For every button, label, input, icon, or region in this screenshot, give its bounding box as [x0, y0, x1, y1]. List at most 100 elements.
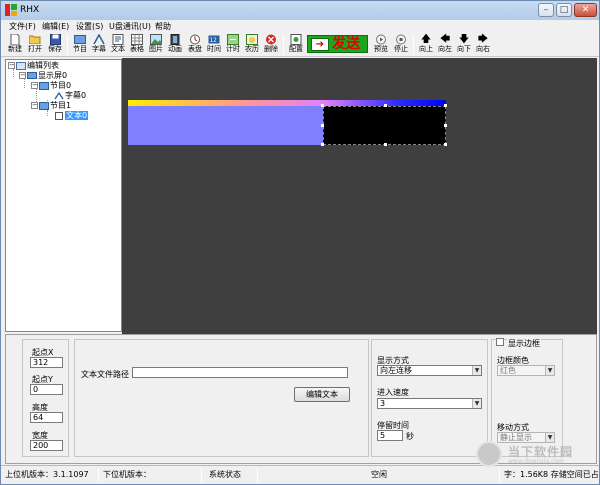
send-label: 发送: [332, 36, 360, 52]
edit-tree-panel[interactable]: − 编辑列表 − 显示屏0 − 节目0 字幕0 − 节目1 文本0: [5, 59, 122, 332]
status-separator: [201, 468, 202, 482]
resize-handle[interactable]: [444, 124, 447, 127]
close-button[interactable]: ✕: [574, 3, 597, 17]
text-icon: [112, 34, 124, 45]
seconds-label: 秒: [406, 432, 414, 441]
program-icon: [39, 101, 49, 110]
resize-handle[interactable]: [384, 143, 387, 146]
collapse-toggle-icon[interactable]: −: [31, 102, 38, 109]
tree-item-screen[interactable]: − 显示屏0: [19, 71, 67, 81]
tree-item-text-0[interactable]: 文本0: [54, 111, 89, 121]
watermark: 当下软件园 www.downxia.com: [476, 441, 594, 469]
system-state-value: 空闲: [371, 470, 387, 479]
border-group: 显示边框 边框颜色 红色 ▼ 移动方式 静止显示 ▼: [491, 338, 563, 457]
show-border-checkbox[interactable]: [496, 338, 504, 346]
toolbar: 新建 打开 保存 节目 字幕 文本 表格 图片 动画 表盘 12 时间 计时 农…: [1, 32, 599, 57]
resize-handle[interactable]: [321, 124, 324, 127]
watermark-logo-icon: [476, 441, 502, 467]
picture-icon: [150, 34, 162, 45]
delete-icon: [265, 34, 277, 45]
subtitle-icon: [54, 91, 64, 100]
text-region-selected[interactable]: [323, 106, 446, 145]
resize-handle[interactable]: [444, 104, 447, 107]
program-icon: [39, 81, 49, 90]
menu-settings[interactable]: 设置(S): [76, 21, 103, 32]
arrow-left-icon: 🡄: [439, 34, 451, 45]
collapse-toggle-icon[interactable]: −: [31, 82, 38, 89]
resize-handle[interactable]: [444, 143, 447, 146]
position-group: 起点X 312 起点Y 0 高度 64 宽度 200: [22, 339, 69, 457]
open-folder-icon: [28, 34, 41, 45]
new-file-icon: [9, 33, 21, 46]
entry-speed-select[interactable]: 3 ▼: [377, 398, 482, 409]
height-input[interactable]: 64: [30, 412, 63, 423]
entry-speed-label: 进入速度: [377, 388, 409, 397]
stop-button[interactable]: 停止: [391, 33, 411, 57]
chevron-down-icon: ▼: [472, 399, 481, 408]
chevron-down-icon: ▼: [472, 366, 481, 375]
resize-handle[interactable]: [384, 104, 387, 107]
stop-icon: [395, 34, 407, 45]
program-region[interactable]: [128, 106, 323, 145]
text-file-icon: [54, 111, 64, 120]
menu-file[interactable]: 文件(F): [9, 21, 36, 32]
tree-item-root[interactable]: − 编辑列表: [8, 61, 59, 71]
animation-icon: [169, 34, 181, 45]
title-bar: RHX – □ ✕: [1, 1, 599, 20]
resize-handle[interactable]: [321, 143, 324, 146]
tree-item-program-0[interactable]: − 节目0: [31, 81, 71, 91]
watermark-url: www.downxia.com: [508, 458, 564, 465]
host-version: 上位机版本：3.1.1097: [5, 470, 89, 479]
display-settings-group: 显示方式 向左连移 ▼ 进入速度 3 ▼ 停留时间 5 秒: [371, 339, 488, 457]
stay-time-input[interactable]: 5: [377, 430, 403, 441]
menu-help[interactable]: 帮助: [155, 21, 171, 32]
text-path-input[interactable]: [132, 367, 348, 378]
text-file-group: 文本文件路径 编辑文本: [74, 339, 369, 457]
app-logo-icon: [5, 4, 17, 16]
text-path-label: 文本文件路径: [81, 370, 129, 379]
lunar-calendar-icon: [246, 34, 258, 45]
resize-handle[interactable]: [321, 104, 324, 107]
arrow-right-icon: 🡆: [477, 34, 489, 45]
arrow-up-icon: 🡅: [420, 34, 432, 45]
arrow-down-icon: 🡇: [458, 34, 470, 45]
maximize-button[interactable]: □: [556, 3, 572, 17]
save-icon: [49, 34, 61, 45]
y-input[interactable]: 0: [30, 384, 63, 395]
program-icon: [74, 34, 86, 45]
status-separator: [98, 468, 99, 482]
status-separator: [257, 468, 258, 482]
send-arrow-icon: ➔: [311, 38, 329, 51]
tree-item-program-1[interactable]: − 节目1: [31, 101, 71, 111]
menu-edit[interactable]: 编辑(E): [42, 21, 69, 32]
time-icon: 12: [208, 34, 220, 45]
storage-status: 字：1.56K8 存储空间已占: [504, 470, 598, 479]
subtitle-icon: [93, 33, 105, 45]
device-version: 下位机版本：: [103, 470, 151, 479]
minimize-button[interactable]: –: [538, 3, 554, 17]
app-window: RHX – □ ✕ 文件(F) 编辑(E) 设置(S) U盘通讯(U) 帮助 新…: [0, 0, 600, 485]
delete-button[interactable]: 删除: [261, 33, 281, 57]
show-border-label: 显示边框: [507, 338, 541, 349]
move-right-button[interactable]: 🡆 向右: [473, 33, 493, 57]
timer-icon: [227, 34, 239, 45]
dial-icon: [189, 34, 201, 45]
chevron-down-icon: ▼: [545, 366, 554, 375]
width-input[interactable]: 200: [30, 440, 63, 451]
collapse-toggle-icon[interactable]: −: [8, 62, 15, 69]
edit-text-button[interactable]: 编辑文本: [294, 387, 350, 402]
save-button[interactable]: 保存: [45, 33, 65, 57]
display-mode-select[interactable]: 向左连移 ▼: [377, 365, 482, 376]
config-icon: [290, 34, 302, 45]
collapse-toggle-icon[interactable]: −: [19, 72, 26, 79]
border-color-select[interactable]: 红色 ▼: [497, 365, 555, 376]
list-icon: [16, 61, 26, 70]
tree-item-subtitle-0[interactable]: 字幕0: [54, 91, 86, 101]
x-input[interactable]: 312: [30, 357, 63, 368]
menu-usb[interactable]: U盘通讯(U): [109, 21, 151, 32]
table-icon: [131, 34, 143, 45]
screen-canvas[interactable]: [122, 58, 597, 334]
send-button[interactable]: ➔ 发送: [307, 35, 368, 53]
config-button[interactable]: 配置: [286, 33, 306, 57]
menu-bar: 文件(F) 编辑(E) 设置(S) U盘通讯(U) 帮助: [1, 20, 599, 32]
